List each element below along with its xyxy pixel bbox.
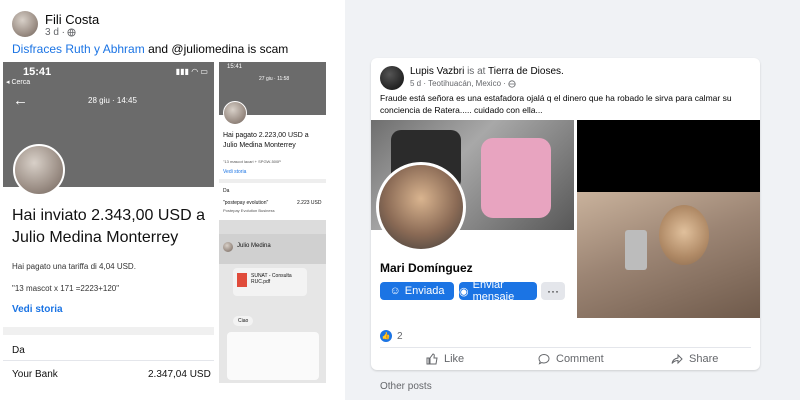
caption-text: and @juliomedina is scam	[148, 42, 289, 56]
post-time[interactable]: 3 d ·	[45, 27, 76, 38]
author-avatar[interactable]	[12, 11, 38, 37]
comment-label: Comment	[556, 353, 604, 365]
bank-name: Your Bank	[12, 369, 58, 380]
like-button[interactable]: Like	[426, 353, 464, 365]
person-icon: ☺	[389, 285, 401, 297]
bank-amount: 2.347,04 USD	[148, 369, 211, 380]
author-line: Lupis Vazbri is at Tierra de Dioses.	[410, 66, 564, 77]
reactions-row[interactable]: 👍 2	[380, 330, 403, 342]
post-text: Fraude está señora es una estafadora oja…	[380, 93, 732, 115]
status-icons: ▮▮▮ ◠ ▭	[175, 67, 208, 76]
photo-profile-screenshot[interactable]: Mari Domínguez ☺ Enviada ◉ Enviar mensaj…	[371, 120, 574, 318]
messenger-icon: ◉	[459, 285, 469, 298]
thumbs-up-icon	[426, 353, 438, 365]
back-label: ◂ Cerca	[6, 79, 31, 86]
author-name-2[interactable]: Lupis Vazbri	[410, 66, 464, 77]
payment-note-2: "13 mascot lacari + SPGW-500P	[223, 159, 281, 164]
chat-header-bar: Julio Medina	[219, 234, 326, 264]
message-label: Enviar mensaje	[472, 279, 515, 303]
file-bubble: SUNAT - Consulta RUC.pdf	[233, 268, 307, 296]
share-icon	[671, 353, 683, 365]
send-message-button[interactable]: ◉ Enviar mensaje	[459, 279, 537, 303]
other-posts-heading: Other posts	[380, 381, 432, 392]
merchant-name: "postepay evolution"	[223, 200, 269, 206]
globe-icon	[508, 79, 516, 88]
author-avatar-2[interactable]	[380, 66, 404, 90]
like-label: Like	[444, 353, 465, 365]
recipient-avatar-2	[223, 101, 247, 125]
payment-headline: Hai inviato 2.343,00 USD a Julio Medina …	[12, 207, 205, 246]
section-gap	[3, 327, 214, 335]
recipient-avatar	[13, 144, 65, 196]
phone-in-hand	[625, 230, 647, 270]
section-divider	[3, 360, 214, 361]
actions-divider	[380, 347, 751, 348]
chat-menu	[227, 332, 319, 380]
screenshot-3[interactable]: Julio Medina SUNAT - Consulta RUC.pdf Ci…	[219, 220, 326, 383]
post-time-2[interactable]: 5 d · Teotihuacán, Mexico ·	[410, 79, 516, 88]
screenshot-1[interactable]: 15:41 ◂ Cerca ▮▮▮ ◠ ▭ ← 28 giu · 14:45 H…	[3, 62, 214, 385]
contact-avatar	[223, 242, 233, 252]
place-link[interactable]: Tierra de Dioses.	[488, 66, 564, 77]
fee-text: Hai pagato una tariffa di 4,04 USD.	[12, 262, 136, 271]
section-gap-2	[219, 179, 326, 183]
post-time-text: 3 d ·	[45, 27, 66, 38]
like-reaction-icon: 👍	[380, 330, 392, 342]
payment-date-2: 27 giu · 11:58	[259, 76, 290, 82]
right-post-card: Lupis Vazbri is at Tierra de Dioses. 5 d…	[371, 58, 760, 370]
status-time: 15:41	[23, 66, 52, 78]
left-post: Fili Costa 3 d · Disfraces Ruth y Abhram…	[0, 0, 333, 400]
person-head	[659, 205, 709, 265]
globe-icon	[67, 28, 76, 37]
status-time-2: 15:41	[227, 64, 243, 70]
chat-bubble: Ciao	[233, 316, 254, 326]
tagged-page-link[interactable]: Disfraces Ruth y Abhram	[12, 42, 145, 56]
payment-headline-2: Hai pagato 2.223,00 USD a Julio Medina M…	[223, 132, 309, 149]
more-options-button[interactable]: ···	[541, 282, 565, 300]
payment-note: "13 mascot x 171 =2223+120"	[12, 284, 120, 293]
profile-name: Mari Domínguez	[380, 261, 473, 275]
payment-date: 28 giu · 14:45	[88, 96, 137, 105]
file-title: SUNAT - Consulta RUC.pdf	[251, 273, 292, 285]
view-story-link-2[interactable]: Vedi storia	[223, 169, 246, 175]
pink-bag-image	[481, 138, 551, 218]
screenshot-2[interactable]: 15:41 27 giu · 11:58 Hai pagato 2.223,00…	[219, 62, 326, 217]
profile-picture	[376, 162, 466, 252]
view-story-link[interactable]: Vedi storia	[12, 304, 63, 315]
merchant-amount: 2.223 USD	[297, 200, 322, 206]
post-time-text-2: 5 d · Teotihuacán, Mexico ·	[410, 79, 506, 88]
share-label: Share	[689, 353, 719, 365]
share-button[interactable]: Share	[671, 353, 718, 365]
photo-selfie[interactable]	[577, 120, 760, 318]
contact-name: Julio Medina	[237, 243, 271, 249]
chat-header	[219, 220, 326, 234]
merchant-subtitle: Postepay Evolution Business	[223, 208, 275, 213]
sent-label: Enviada	[404, 285, 445, 297]
friend-request-sent-button[interactable]: ☺ Enviada	[380, 282, 454, 300]
is-at-text: is at	[467, 66, 486, 77]
author-name[interactable]: Fili Costa	[45, 12, 99, 27]
post-caption: Disfraces Ruth y Abhram and @juliomedina…	[12, 42, 288, 56]
pdf-icon	[237, 273, 247, 287]
back-arrow-icon[interactable]: ←	[13, 92, 28, 109]
reactions-count: 2	[397, 330, 403, 342]
comment-icon	[538, 353, 550, 365]
comment-button[interactable]: Comment	[538, 353, 604, 365]
from-label-2: Da	[223, 188, 230, 194]
from-label: Da	[12, 345, 25, 356]
